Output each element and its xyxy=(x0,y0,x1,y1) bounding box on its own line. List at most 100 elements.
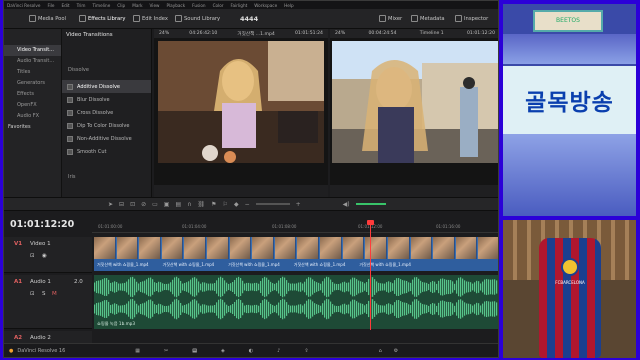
fusion-page-icon[interactable]: ◈ xyxy=(221,348,225,354)
deliver-page-icon[interactable]: ⇪ xyxy=(304,348,308,354)
menu-item-fusion[interactable]: Fusion xyxy=(192,3,205,8)
volume-slider[interactable] xyxy=(355,203,386,205)
zoom-out-icon[interactable]: − xyxy=(245,201,250,208)
home-icon[interactable]: ⌂ xyxy=(379,348,382,354)
favorites-heading[interactable]: Favorites xyxy=(4,122,61,133)
video-track-header[interactable]: V1 Video 1 ⊡ ◉ xyxy=(4,237,92,273)
timeline-name[interactable]: Timeline 1 xyxy=(420,31,444,36)
video-clip-name[interactable]: 거짓산책 with 쇼핑몰_1.mp4 xyxy=(163,262,215,268)
snapping-icon[interactable]: ∩ xyxy=(187,201,191,208)
video-clip-name[interactable]: 거짓산책 with 쇼핑몰_1.mp4 xyxy=(294,262,346,268)
effect-smooth-cut[interactable]: Smooth Cut xyxy=(62,145,151,158)
zoom-in-icon[interactable]: + xyxy=(296,201,301,208)
cut-page-icon[interactable]: ✂ xyxy=(164,348,168,354)
lock-icon[interactable]: ⊡ xyxy=(30,253,35,259)
mixer-button[interactable]: Mixer xyxy=(376,13,405,24)
menu-item-clip[interactable]: Clip xyxy=(117,3,125,8)
audio-clip-name[interactable]: 쇼핑몰 녹음 1b.mp3 xyxy=(97,321,135,327)
effect-additive-dissolve[interactable]: Additive Dissolve xyxy=(62,80,151,93)
settings-icon[interactable]: ⚙ xyxy=(394,348,398,354)
menu-item-trim[interactable]: Trim xyxy=(77,3,86,8)
menu-item-file[interactable]: File xyxy=(47,3,54,8)
waveform-bar xyxy=(136,303,138,315)
media-page-icon[interactable]: ▦ xyxy=(135,348,140,354)
waveform-bar xyxy=(400,279,402,295)
dynamic-trim-icon[interactable]: ⊡ xyxy=(130,201,135,208)
category-audio-transitions[interactable]: Audio Transit... xyxy=(4,56,61,67)
linked-selection-icon[interactable]: ⛓ xyxy=(198,201,206,208)
menu-item-mark[interactable]: Mark xyxy=(132,3,142,8)
audio-clip[interactable]: 쇼핑몰 녹음 1b.mp3 xyxy=(94,275,498,329)
position-lock-icon[interactable]: ⚑ xyxy=(211,201,216,208)
waveform-bar xyxy=(254,282,256,292)
blade-tool-icon[interactable]: ⊘ xyxy=(141,201,146,208)
lock-icon[interactable]: ⊡ xyxy=(30,291,35,297)
category-titles[interactable]: Titles xyxy=(4,67,61,78)
overwrite-clip-icon[interactable]: ▣ xyxy=(164,201,170,208)
metadata-button[interactable]: Metadata xyxy=(408,13,448,24)
eye-icon[interactable]: ◉ xyxy=(42,253,47,259)
trim-tool-icon[interactable]: ⊟ xyxy=(119,201,124,208)
video-clips-strip[interactable]: 거짓산책 with 쇼핑몰_1.mp4 거짓산책 with 쇼핑몰_1.mp4 … xyxy=(94,237,498,271)
replace-clip-icon[interactable]: ▤ xyxy=(175,201,181,208)
video-track-name[interactable]: Video 1 xyxy=(30,241,51,247)
effects-library-button[interactable]: Effects Library xyxy=(76,13,128,24)
audio2-track-name[interactable]: Audio 2 xyxy=(30,335,51,341)
source-zoom[interactable]: 24% xyxy=(159,31,169,36)
menu-item-color[interactable]: Color xyxy=(213,3,224,8)
edit-page-icon[interactable]: ▤ xyxy=(192,348,197,354)
menu-item-playback[interactable]: Playback xyxy=(166,3,185,8)
audio-track-name[interactable]: Audio 1 xyxy=(30,279,51,285)
menu-item-workspace[interactable]: Workspace xyxy=(254,3,277,8)
video-clip-name[interactable]: 거짓산책 with 쇼핑몰_1.mp4 xyxy=(359,262,411,268)
category-openfx[interactable]: OpenFX xyxy=(4,100,61,111)
sound-library-button[interactable]: Sound Library xyxy=(172,13,223,24)
fairlight-page-icon[interactable]: ♪ xyxy=(277,348,280,354)
menu-item-app[interactable]: DaVinci Resolve xyxy=(7,3,40,8)
waveform-bar xyxy=(320,305,322,313)
mute-button[interactable]: M xyxy=(52,291,57,297)
menu-item-fairlight[interactable]: Fairlight xyxy=(231,3,248,8)
timeline-video-frame[interactable] xyxy=(332,41,498,163)
waveform-bar xyxy=(274,305,276,313)
video-clip-name[interactable]: 거짓산책 with 쇼핑몰_1.mp4 xyxy=(228,262,280,268)
marker-icon[interactable]: ◆ xyxy=(234,201,239,208)
waveform-bar xyxy=(432,280,434,294)
waveform-bar xyxy=(240,300,242,318)
effect-cross-dissolve[interactable]: Cross Dissolve xyxy=(62,106,151,119)
insert-clip-icon[interactable]: ▭ xyxy=(152,201,158,208)
zoom-slider[interactable] xyxy=(255,203,290,205)
menu-item-edit[interactable]: Edit xyxy=(61,3,69,8)
waveform-bar xyxy=(156,282,158,292)
category-audio-fx[interactable]: Audio FX xyxy=(4,111,61,122)
audio-volume-icon[interactable]: ◀) xyxy=(343,201,350,208)
effect-non-additive-dissolve[interactable]: Non-Additive Dissolve xyxy=(62,132,151,145)
effects-category-panel: Video Transit... Audio Transit... Titles… xyxy=(4,29,62,211)
category-video-transitions[interactable]: Video Transit... xyxy=(4,45,61,56)
audio-track-header[interactable]: A1 Audio 1 2.0 ⊡ S M xyxy=(4,275,92,329)
source-video-frame[interactable] xyxy=(158,41,324,163)
solo-button[interactable]: S xyxy=(42,291,46,297)
edit-index-button[interactable]: Edit Index xyxy=(130,13,171,24)
menu-item-timeline[interactable]: Timeline xyxy=(92,3,110,8)
waveform-bar xyxy=(302,283,304,291)
selection-tool-icon[interactable]: ➤ xyxy=(108,201,113,208)
timeline-zoom[interactable]: 24% xyxy=(335,31,345,36)
effect-dip-to-color-dissolve[interactable]: Dip To Color Dissolve xyxy=(62,119,151,132)
category-generators[interactable]: Generators xyxy=(4,78,61,89)
flag-icon[interactable]: ⚐ xyxy=(223,201,228,208)
waveform-bar xyxy=(150,277,152,297)
media-pool-button[interactable]: Media Pool xyxy=(26,13,69,24)
source-clip-name[interactable]: 거짓산책 ...1.mp4 xyxy=(237,31,274,37)
timeline-ruler[interactable]: 01:01:00:00 01:01:04:00 01:01:08:00 01:0… xyxy=(92,215,498,233)
category-effects[interactable]: Effects xyxy=(4,89,61,100)
inspector-button[interactable]: Inspector xyxy=(452,13,491,24)
effect-blur-dissolve[interactable]: Blur Dissolve xyxy=(62,93,151,106)
video-clip-name[interactable]: 거짓산책 with 쇼핑몰_1.mp4 xyxy=(97,262,149,268)
color-page-icon[interactable]: ◐ xyxy=(249,348,253,354)
timeline-timecode: 01:01:12:20 xyxy=(10,219,75,230)
playhead[interactable] xyxy=(370,220,371,330)
waveform-bar xyxy=(458,277,460,297)
menu-item-view[interactable]: View xyxy=(150,3,160,8)
menu-item-help[interactable]: Help xyxy=(284,3,294,8)
